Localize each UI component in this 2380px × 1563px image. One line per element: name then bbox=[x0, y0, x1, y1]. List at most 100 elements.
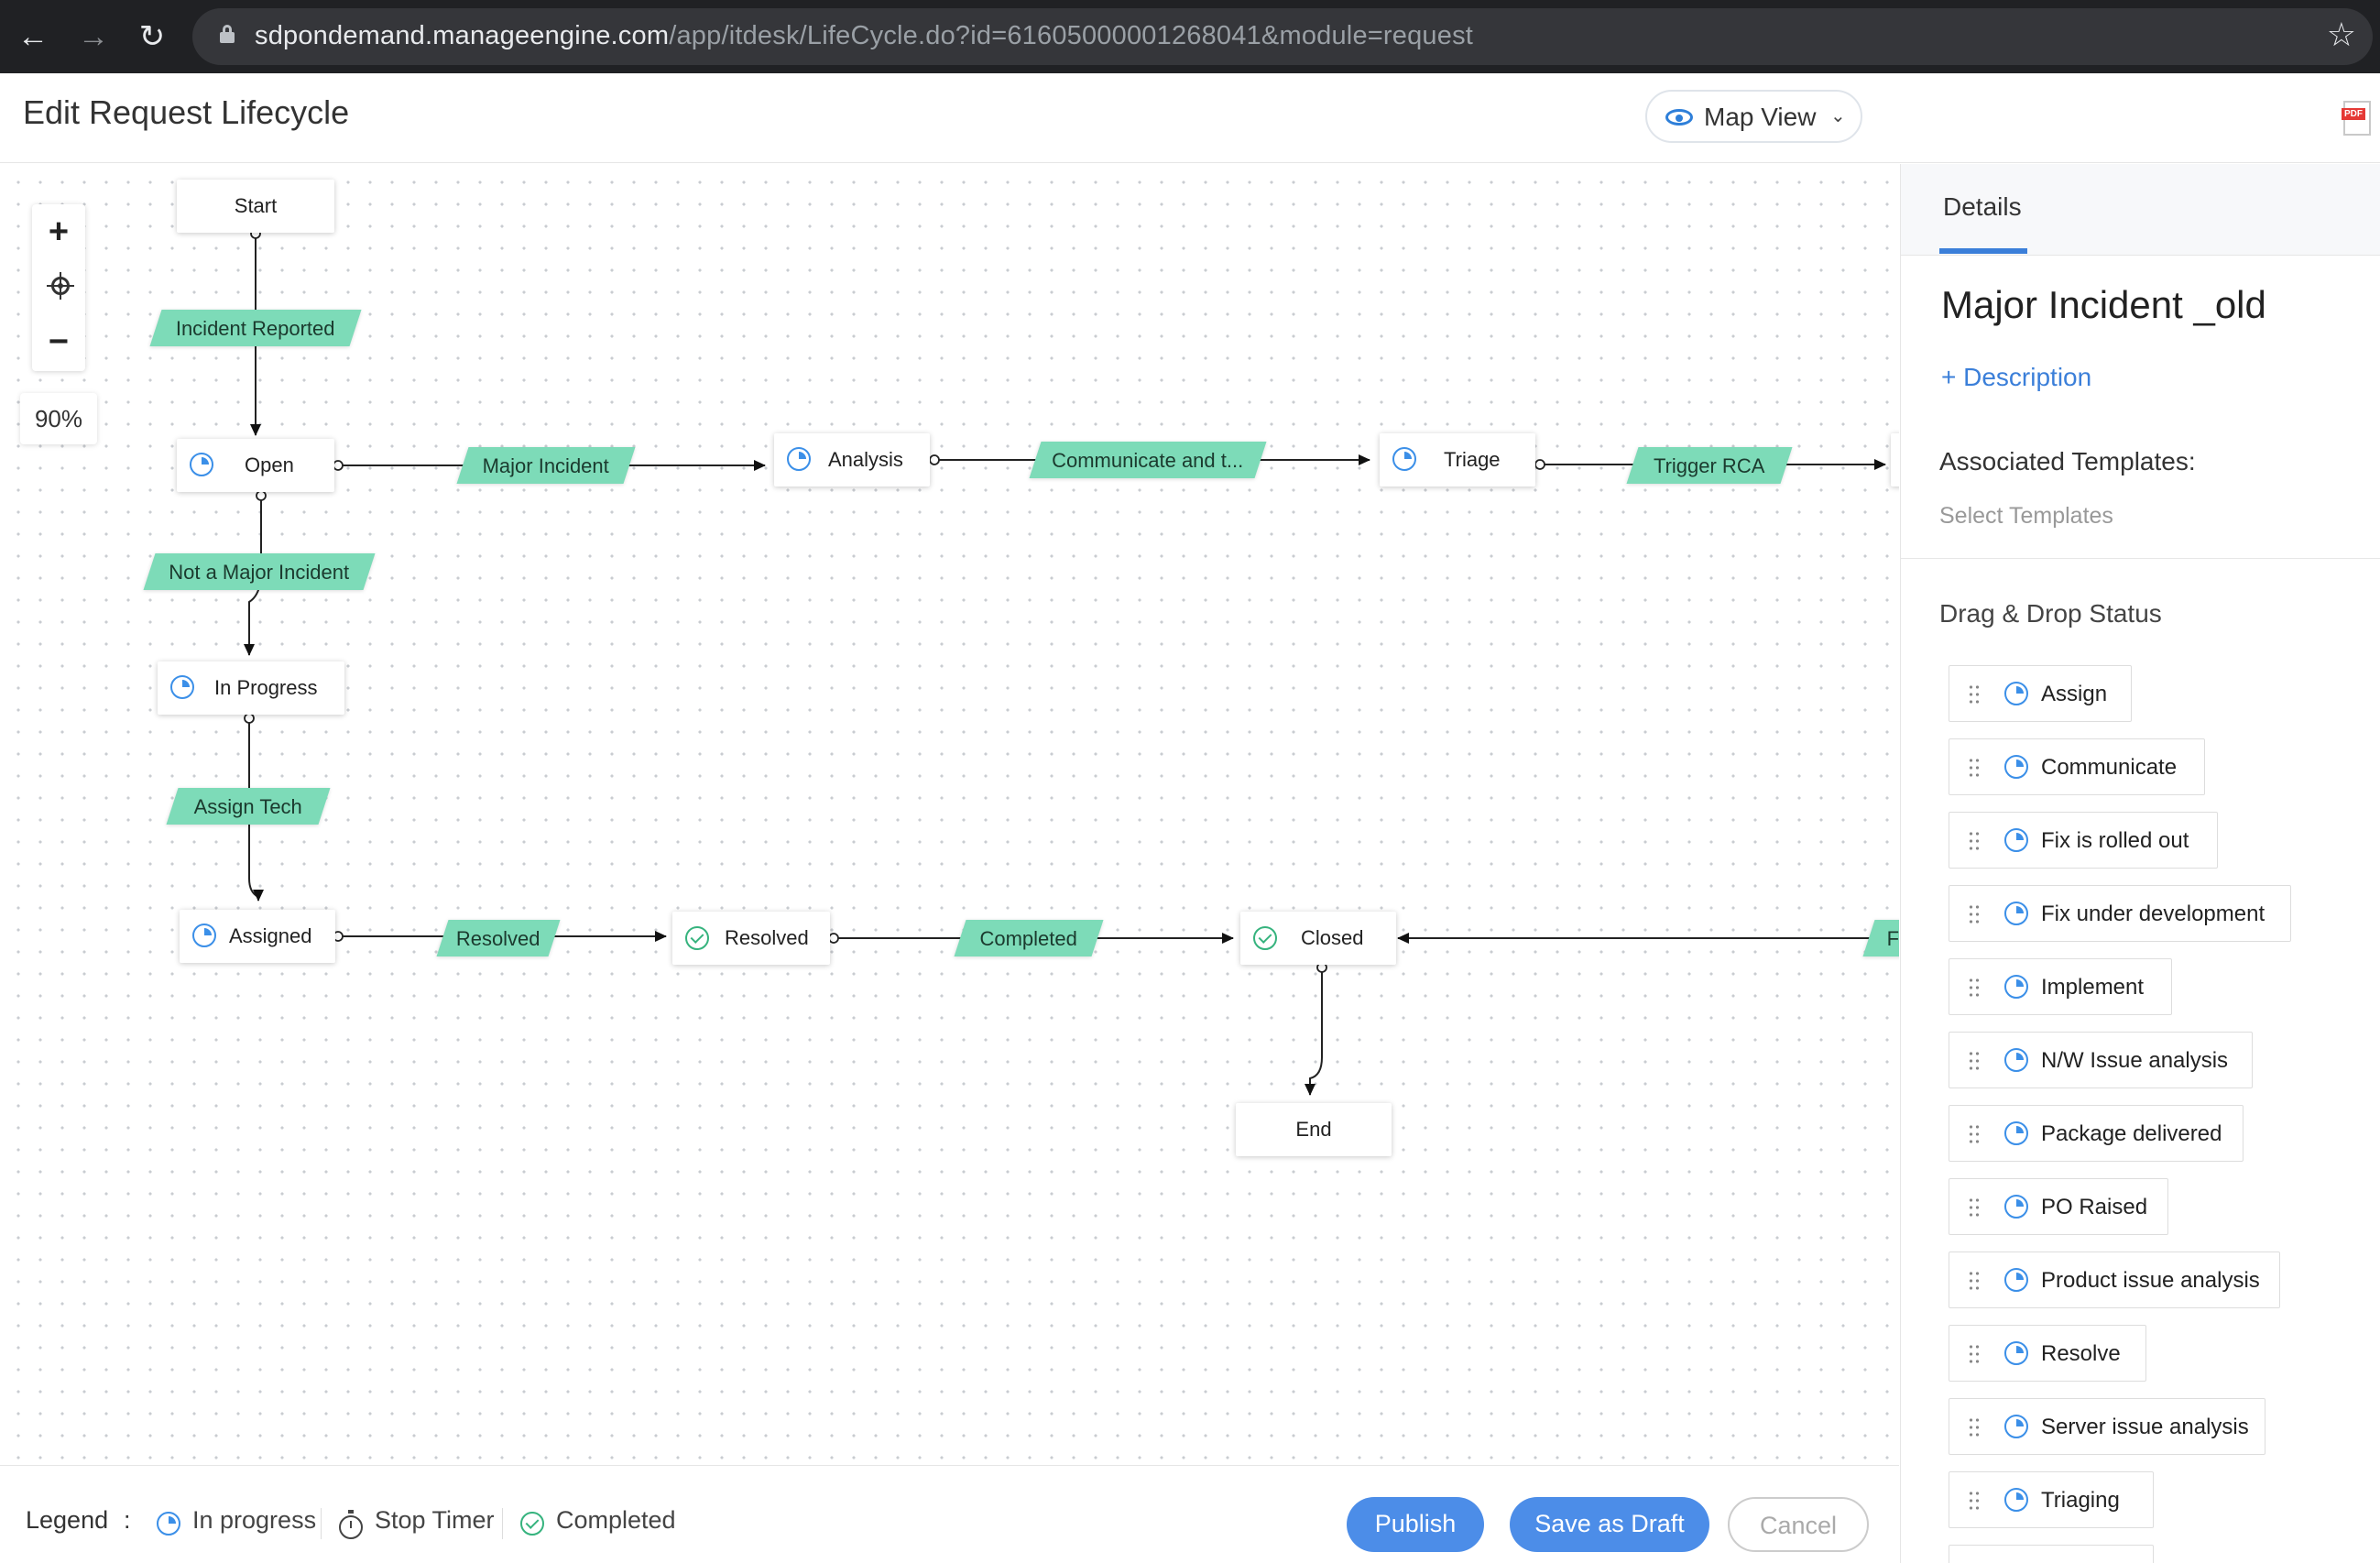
drag-handle-icon[interactable] bbox=[1968, 830, 1981, 852]
footer-bar: Legend : In progress Stop Timer Complete… bbox=[0, 1465, 1899, 1563]
legend-divider bbox=[321, 1508, 322, 1539]
zoom-controls: + − bbox=[32, 204, 85, 371]
status-item-triaging[interactable]: Triaging bbox=[1949, 1471, 2154, 1528]
lifecycle-canvas[interactable]: + − 90% Start Open Analysis Triage In Pr… bbox=[0, 164, 1899, 1465]
in-progress-icon bbox=[787, 447, 811, 471]
drag-handle-icon[interactable] bbox=[1968, 757, 1981, 779]
star-icon[interactable]: ☆ bbox=[2327, 16, 2356, 54]
drag-handle-icon[interactable] bbox=[1968, 903, 1981, 925]
status-item-implement[interactable]: Implement bbox=[1949, 958, 2172, 1015]
drag-handle-icon[interactable] bbox=[1968, 1343, 1981, 1365]
eye-icon bbox=[1665, 109, 1693, 126]
legend-title: Legend bbox=[26, 1506, 109, 1534]
tab-details[interactable]: Details bbox=[1943, 192, 2022, 222]
in-progress-icon bbox=[2004, 682, 2028, 705]
completed-icon bbox=[1253, 926, 1277, 950]
chevron-down-icon: ⌄ bbox=[1830, 106, 1846, 126]
details-panel: Details Major Incident _old + Descriptio… bbox=[1900, 164, 2380, 1563]
reload-icon[interactable]: ↻ bbox=[132, 16, 172, 57]
drag-drop-status-label: Drag & Drop Status bbox=[1939, 599, 2162, 628]
drag-handle-icon[interactable] bbox=[1968, 1197, 1981, 1219]
divider bbox=[1901, 558, 2380, 559]
status-item-partial[interactable] bbox=[1949, 1545, 2154, 1563]
transition-completed[interactable]: Completed bbox=[954, 920, 1104, 956]
status-item-package-delivered[interactable]: Package delivered bbox=[1949, 1105, 2244, 1162]
in-progress-icon bbox=[2004, 1048, 2028, 1072]
active-tab-indicator bbox=[1939, 248, 2027, 254]
drag-handle-icon[interactable] bbox=[1968, 1416, 1981, 1438]
node-start[interactable]: Start bbox=[177, 180, 334, 233]
address-bar[interactable]: sdpondemand.manageengine.com/app/itdesk/… bbox=[192, 8, 2373, 65]
publish-button[interactable]: Publish bbox=[1347, 1497, 1484, 1552]
drag-handle-icon[interactable] bbox=[1968, 1123, 1981, 1145]
node-open[interactable]: Open bbox=[177, 439, 334, 492]
in-progress-icon bbox=[2004, 975, 2028, 999]
in-progress-icon bbox=[2004, 1341, 2028, 1365]
node-analysis[interactable]: Analysis bbox=[774, 433, 930, 486]
recenter-button[interactable] bbox=[32, 259, 85, 314]
in-progress-icon bbox=[170, 675, 194, 699]
status-item-fix-rolled-out[interactable]: Fix is rolled out bbox=[1949, 812, 2218, 869]
node-end[interactable]: End bbox=[1236, 1103, 1392, 1156]
status-item-server-issue-analysis[interactable]: Server issue analysis bbox=[1949, 1398, 2265, 1455]
zoom-level: 90% bbox=[20, 393, 97, 444]
in-progress-icon bbox=[190, 453, 213, 476]
node-offscreen[interactable] bbox=[1891, 433, 1899, 486]
stop-timer-icon bbox=[339, 1510, 363, 1539]
transition-resolved[interactable]: Resolved bbox=[436, 920, 561, 956]
status-item-resolve[interactable]: Resolve bbox=[1949, 1325, 2146, 1382]
url-text[interactable]: sdpondemand.manageengine.com/app/itdesk/… bbox=[255, 21, 1473, 51]
transition-assign-tech[interactable]: Assign Tech bbox=[166, 788, 331, 825]
drag-handle-icon[interactable] bbox=[1968, 1270, 1981, 1292]
in-progress-icon bbox=[2004, 1488, 2028, 1512]
map-view-label: Map View bbox=[1704, 103, 1817, 131]
transition-major-incident[interactable]: Major Incident bbox=[456, 447, 636, 484]
status-item-assign[interactable]: Assign bbox=[1949, 665, 2132, 722]
drag-handle-icon[interactable] bbox=[1968, 1490, 1981, 1512]
zoom-out-button[interactable]: − bbox=[32, 314, 85, 369]
status-item-fix-under-development[interactable]: Fix under development bbox=[1949, 885, 2291, 942]
in-progress-icon bbox=[2004, 828, 2028, 852]
status-item-communicate[interactable]: Communicate bbox=[1949, 738, 2205, 795]
associated-templates-label: Associated Templates: bbox=[1939, 447, 2196, 475]
pdf-export-icon[interactable]: PDF bbox=[2342, 101, 2371, 136]
legend-stop-timer: Stop Timer bbox=[375, 1506, 495, 1534]
legend-colon: : bbox=[124, 1506, 131, 1534]
node-in-progress[interactable]: In Progress bbox=[158, 661, 344, 715]
status-item-po-raised[interactable]: PO Raised bbox=[1949, 1178, 2168, 1235]
in-progress-icon bbox=[2004, 1268, 2028, 1292]
app-header: Edit Request Lifecycle Map View ⌄ PDF bbox=[0, 73, 2380, 163]
node-triage[interactable]: Triage bbox=[1380, 433, 1535, 486]
transition-trigger-rca[interactable]: Trigger RCA bbox=[1626, 447, 1793, 484]
select-templates-field[interactable]: Select Templates bbox=[1939, 503, 2113, 530]
transition-incident-reported[interactable]: Incident Reported bbox=[149, 310, 362, 346]
drag-handle-icon[interactable] bbox=[1968, 683, 1981, 705]
in-progress-icon bbox=[192, 924, 216, 947]
transition-communicate[interactable]: Communicate and t... bbox=[1029, 442, 1267, 478]
in-progress-icon bbox=[2004, 1415, 2028, 1438]
completed-icon bbox=[520, 1512, 544, 1536]
node-closed[interactable]: Closed bbox=[1240, 912, 1396, 965]
drag-handle-icon[interactable] bbox=[1968, 1050, 1981, 1072]
crosshair-icon bbox=[47, 272, 74, 300]
completed-icon bbox=[685, 926, 709, 950]
arrow-right-icon[interactable]: → bbox=[73, 16, 114, 57]
save-draft-button[interactable]: Save as Draft bbox=[1510, 1497, 1709, 1552]
status-item-nw-issue-analysis[interactable]: N/W Issue analysis bbox=[1949, 1032, 2253, 1088]
map-view-dropdown[interactable]: Map View ⌄ bbox=[1645, 90, 1862, 143]
in-progress-icon bbox=[1392, 447, 1416, 471]
add-description-link[interactable]: + Description bbox=[1941, 363, 2091, 392]
lifecycle-name[interactable]: Major Incident _old bbox=[1941, 283, 2266, 327]
in-progress-icon bbox=[2004, 755, 2028, 779]
arrow-left-icon[interactable]: ← bbox=[13, 16, 53, 57]
zoom-in-button[interactable]: + bbox=[32, 204, 85, 259]
drag-handle-icon[interactable] bbox=[1968, 977, 1981, 999]
browser-toolbar: ← → ↻ sdpondemand.manageengine.com/app/i… bbox=[0, 0, 2380, 73]
status-item-product-issue-analysis[interactable]: Product issue analysis bbox=[1949, 1251, 2280, 1308]
in-progress-icon bbox=[2004, 1121, 2028, 1145]
transition-not-major-incident[interactable]: Not a Major Incident bbox=[143, 553, 376, 590]
node-resolved[interactable]: Resolved bbox=[672, 912, 830, 965]
node-assigned[interactable]: Assigned bbox=[180, 910, 335, 963]
cancel-button[interactable]: Cancel bbox=[1728, 1497, 1869, 1552]
edge-closed-end bbox=[1305, 969, 1323, 1096]
